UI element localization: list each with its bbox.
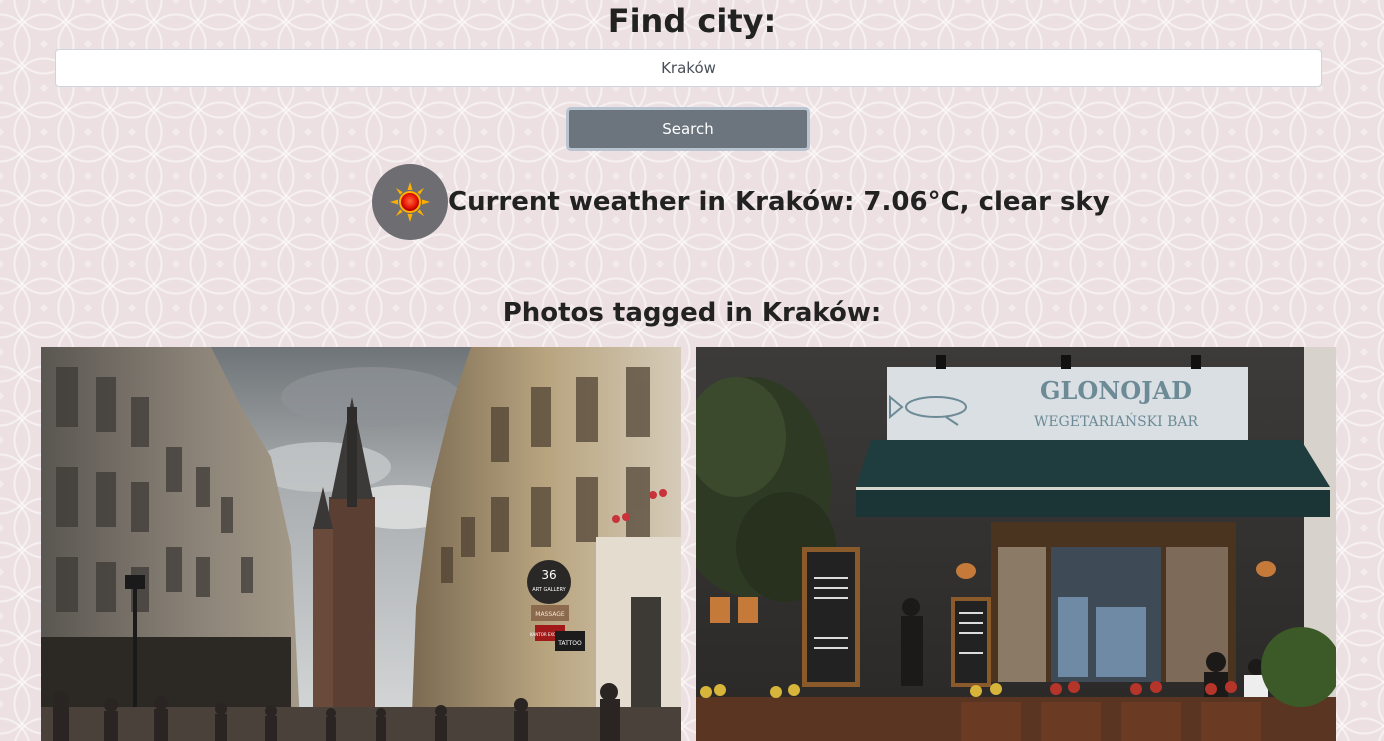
restaurant-photo[interactable]: GLONOJAD WEGETARIAŃSKI BAR <box>696 347 1336 741</box>
current-weather: Current weather in Kraków: 7.06°C, clear… <box>372 164 1110 240</box>
restaurant-sign-name: GLONOJAD <box>1040 376 1192 405</box>
photos-heading: Photos tagged in Kraków: <box>502 298 882 328</box>
weather-description: Current weather in Kraków: 7.06°C, clear… <box>448 187 1110 217</box>
sign-36: 36 <box>541 568 556 582</box>
restaurant-sign-subtitle: WEGETARIAŃSKI BAR <box>1034 412 1199 430</box>
sign-tattoo: TATTOO <box>557 640 582 647</box>
sun-icon <box>372 164 448 240</box>
street-photo[interactable]: 36 ART GALLERY MASSAGE KANTOR EXCHANGE T… <box>41 347 681 741</box>
page: Find city: Search <box>0 0 1384 741</box>
find-city-heading: Find city: <box>607 2 777 40</box>
city-search-input[interactable] <box>55 49 1322 87</box>
search-button[interactable]: Search <box>566 107 810 151</box>
sign-massage: MASSAGE <box>535 611 565 618</box>
sign-art-gallery: ART GALLERY <box>532 587 566 593</box>
